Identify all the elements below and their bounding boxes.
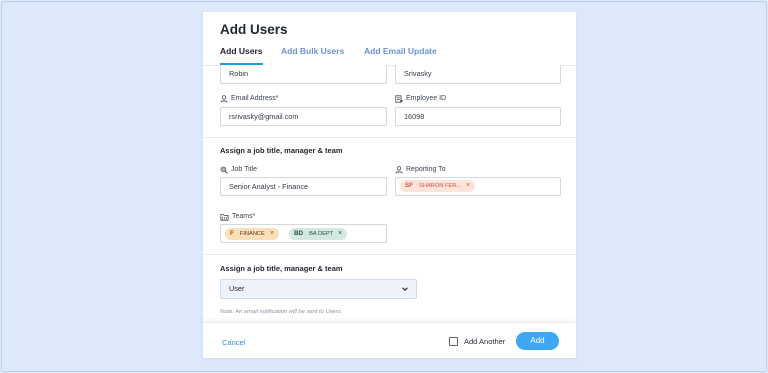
- chip-initials: BD: [294, 230, 304, 237]
- briefcase-search-icon: [220, 166, 228, 174]
- teams-label: Teams*: [220, 212, 255, 221]
- employee-id-label: Employee ID: [395, 94, 446, 103]
- reporting-to-label: Reporting To: [395, 165, 446, 174]
- section-title-role: Assign a job title, manager & team: [220, 264, 343, 273]
- user-icon: [395, 165, 403, 174]
- close-icon[interactable]: ×: [270, 228, 274, 240]
- employee-id-field[interactable]: 16098: [395, 107, 561, 126]
- add-another-checkbox[interactable]: [449, 337, 458, 346]
- add-users-modal: Add Users Add Users Add Bulk Users Add E…: [203, 12, 576, 358]
- modal-title: Add Users: [220, 22, 288, 37]
- id-card-icon: [395, 94, 403, 103]
- modal-footer: Cancel Add Another Add: [203, 322, 576, 358]
- chip-name: BA DEPT: [309, 231, 334, 237]
- chip-initials: SF: [405, 182, 414, 189]
- last-name-field[interactable]: Srivasky: [395, 65, 561, 84]
- team-chip-ba-dept: BD BA DEPT ×: [289, 228, 348, 240]
- tab-add-bulk-users[interactable]: Add Bulk Users: [281, 46, 344, 66]
- close-icon[interactable]: ×: [338, 228, 342, 240]
- role-select-value: User: [229, 284, 245, 293]
- first-name-field[interactable]: Robin: [220, 65, 387, 84]
- role-select[interactable]: User: [220, 279, 417, 299]
- job-title-label: Job Title: [220, 165, 257, 174]
- tab-add-email-update[interactable]: Add Email Update: [364, 46, 437, 66]
- section-divider: [203, 254, 576, 255]
- cancel-button[interactable]: Cancel: [222, 338, 245, 347]
- email-label: Email Address*: [220, 94, 278, 103]
- reporting-chip-sharon: SF SHARON FER... ×: [400, 180, 476, 192]
- tab-add-users[interactable]: Add Users: [220, 46, 263, 66]
- chevron-down-icon: [402, 287, 408, 291]
- folder-group-icon: [220, 213, 229, 221]
- job-title-field[interactable]: Senior Analyst - Finance: [220, 177, 387, 196]
- user-icon: [220, 94, 228, 103]
- add-another-label[interactable]: Add Another: [464, 337, 505, 346]
- section-divider: [203, 137, 576, 138]
- email-field[interactable]: rsrivasky@gmail.com: [220, 107, 387, 126]
- chip-name: FINANCE: [239, 231, 265, 237]
- email-note: Note: An email notification will be sent…: [220, 309, 343, 315]
- add-button[interactable]: Add: [516, 332, 559, 350]
- section-title-job: Assign a job title, manager & team: [220, 146, 343, 155]
- team-chip-finance: F FINANCE ×: [225, 228, 279, 240]
- chip-name: SHARON FER...: [419, 183, 462, 189]
- chip-initials: F: [230, 230, 234, 237]
- close-icon[interactable]: ×: [466, 180, 470, 192]
